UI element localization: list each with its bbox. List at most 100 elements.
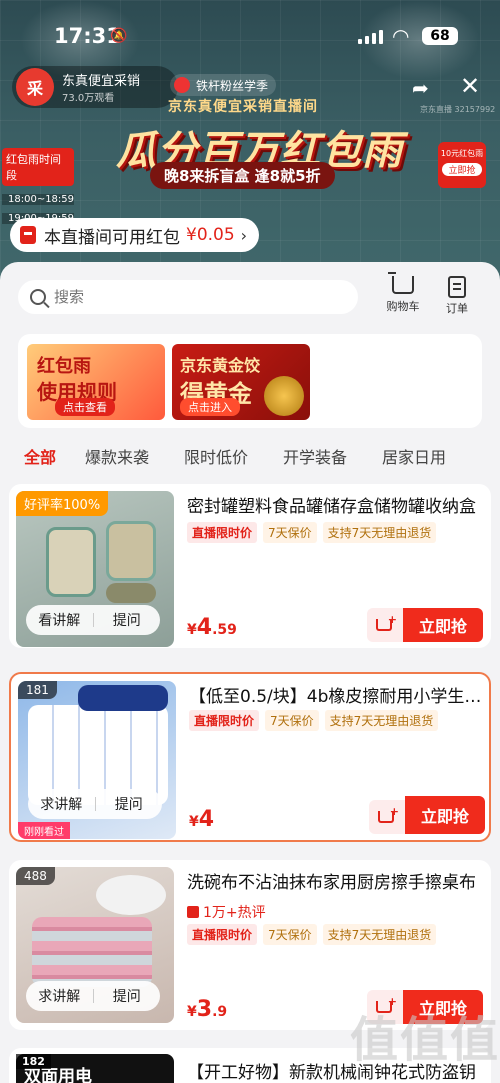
mute-bell-icon: 🔕 <box>110 28 128 44</box>
explain-button[interactable]: 求讲解 <box>28 794 95 814</box>
explain-button[interactable]: 求讲解 <box>26 986 93 1006</box>
recently-viewed-tag: 刚刚看过 <box>18 822 70 839</box>
search-input[interactable] <box>54 288 314 306</box>
tag-return: 支持7天无理由退货 <box>322 924 437 945</box>
hot-review-count: 1万+热评 <box>187 902 266 922</box>
explain-ask-group: 看讲解 提问 <box>26 605 160 635</box>
tag-live-price: 直播限时价 <box>187 924 258 945</box>
tag-price-protect: 7天保价 <box>265 710 319 731</box>
tab-back-to-school[interactable]: 开学装备 <box>283 444 347 468</box>
anchor-name: 东真便宜采销 <box>62 74 141 89</box>
cellular-signal-icon <box>358 30 383 44</box>
tag-return: 支持7天无理由退货 <box>324 710 439 731</box>
product-title[interactable]: 洗碗布不沾油抹布家用厨房擦手擦桌布 <box>187 868 483 893</box>
product-sheet: 购物车 订单 红包雨 使用规则 点击查看 京东黄金饺 得黄金 点击进入 全部 爆… <box>0 262 500 1083</box>
explain-button[interactable]: 看讲解 <box>26 610 93 630</box>
search-bar[interactable] <box>18 280 358 314</box>
product-price: ¥3.9 <box>187 997 227 1022</box>
price-decimal: .9 <box>212 1004 228 1020</box>
floating-redpack[interactable]: 10元红包雨 立即抢 <box>438 142 486 188</box>
promo-rules-line1: 红包雨 <box>37 356 91 377</box>
price-decimal: .59 <box>212 622 237 638</box>
jar-image <box>106 521 156 581</box>
site-watermark: 值值值 <box>350 1012 500 1068</box>
promo-gold-button[interactable]: 点击进入 <box>180 398 240 416</box>
jar-image <box>46 527 96 597</box>
promo-rules-button[interactable]: 点击查看 <box>55 398 115 416</box>
floating-redpack-button[interactable]: 立即抢 <box>442 163 482 176</box>
rain-schedule-row: 18:00~18:59 <box>2 194 74 205</box>
cart-button[interactable]: 购物车 <box>378 272 428 314</box>
battery-indicator: 68 <box>422 27 458 45</box>
share-icon[interactable]: ➦ <box>412 76 429 100</box>
product-title[interactable]: 密封罐塑料食品罐储存盒储物罐收纳盒 <box>187 492 483 517</box>
rank-badge: 181 <box>18 681 57 699</box>
cloth-stack-image <box>32 917 152 987</box>
price-integer: 4 <box>196 615 213 640</box>
product-price: ¥4 <box>189 807 214 832</box>
gold-dumpling-banner[interactable]: 京东黄金饺 得黄金 点击进入 <box>172 344 310 420</box>
product-price: ¥4.59 <box>187 615 237 640</box>
plus-icon: + <box>389 805 399 818</box>
rain-schedule: 红包雨时间段 18:00~18:59 19:00~19:59 <box>2 148 74 224</box>
tab-hot[interactable]: 爆款来袭 <box>85 444 149 468</box>
explain-ask-group: 求讲解 提问 <box>28 789 162 819</box>
order-icon <box>448 276 466 298</box>
fans-badge[interactable]: 铁杆粉丝学季 <box>170 74 277 96</box>
view-count: 73.0万观看 <box>62 93 115 104</box>
price-currency: ¥ <box>187 1004 197 1020</box>
buy-now-button[interactable]: 立即抢 <box>405 796 485 834</box>
gold-coins-image <box>264 376 304 416</box>
status-bar: 17:31 🔕 ◠ 68 <box>0 0 500 72</box>
price-currency: ¥ <box>189 814 199 830</box>
product-image[interactable]: 182 双面用电 <box>16 1054 174 1083</box>
close-icon[interactable]: ✕ <box>460 72 480 100</box>
product-tags: 直播限时价 7天保价 支持7天无理由退货 <box>187 522 437 543</box>
available-redpack-label: 本直播间可用红包 <box>44 227 180 248</box>
product-tags: 直播限时价 7天保价 支持7天无理由退货 <box>187 924 437 945</box>
tag-return: 支持7天无理由退货 <box>322 522 437 543</box>
anchor-info[interactable]: 采 东真便宜采销 73.0万观看 <box>12 66 178 108</box>
tab-limited-price[interactable]: 限时低价 <box>184 444 248 468</box>
redpack-rules-banner[interactable]: 红包雨 使用规则 点击查看 <box>27 344 165 420</box>
tag-live-price: 直播限时价 <box>189 710 260 731</box>
product-image-caption: 双面用电 <box>24 1067 92 1083</box>
rank-badge: 488 <box>16 867 55 885</box>
product-image[interactable]: 181 求讲解 提问 刚刚看过 <box>18 681 176 839</box>
banner-subtitle: 晚8来拆盲盒 逢8就5折 <box>150 162 335 189</box>
tab-all[interactable]: 全部 <box>24 444 56 468</box>
chevron-right-icon: › <box>240 225 248 245</box>
category-tabs: 全部 爆款来袭 限时低价 开学装备 居家日用 <box>0 444 500 474</box>
anchor-avatar[interactable]: 采 <box>16 68 54 106</box>
fans-badge-label: 铁杆粉丝学季 <box>196 79 269 93</box>
tag-price-protect: 7天保价 <box>263 522 317 543</box>
rating-badge: 好评率100% <box>16 491 109 516</box>
product-card[interactable]: 好评率100% 看讲解 提问 密封罐塑料食品罐储存盒储物罐收纳盒 直播限时价 7… <box>9 484 491 648</box>
orders-button[interactable]: 订单 <box>432 276 482 316</box>
available-redpack-bar[interactable]: 本直播间可用红包 ¥0.05 › <box>10 218 260 252</box>
product-title[interactable]: 【低至0.5/块】4b橡皮擦耐用小学生专用 <box>189 682 485 707</box>
cart-icon <box>388 272 414 294</box>
redpack-icon <box>20 226 36 244</box>
jar-image <box>106 583 156 603</box>
add-to-cart-button[interactable]: + <box>367 608 403 642</box>
rank-badge: 182 <box>16 1054 51 1069</box>
ask-button[interactable]: 提问 <box>94 986 161 1006</box>
product-card[interactable]: 181 求讲解 提问 刚刚看过 【低至0.5/块】4b橡皮擦耐用小学生专用 直播… <box>9 672 491 842</box>
product-image[interactable]: 好评率100% 看讲解 提问 <box>16 491 174 647</box>
eraser-box-image <box>78 685 168 711</box>
room-id: 京东直播 32157992 <box>420 105 496 114</box>
tab-home[interactable]: 居家日用 <box>382 444 446 468</box>
tag-price-protect: 7天保价 <box>263 924 317 945</box>
price-integer: 3 <box>196 997 213 1022</box>
thumbs-up-icon <box>187 906 199 918</box>
explain-ask-group: 求讲解 提问 <box>26 981 160 1011</box>
promo-card: 红包雨 使用规则 点击查看 京东黄金饺 得黄金 点击进入 <box>18 334 482 428</box>
buy-now-button[interactable]: 立即抢 <box>403 608 483 642</box>
search-icon <box>30 289 46 305</box>
add-to-cart-button[interactable]: + <box>369 800 405 834</box>
orders-label: 订单 <box>446 302 468 315</box>
product-image[interactable]: 488 求讲解 提问 <box>16 867 174 1023</box>
ask-button[interactable]: 提问 <box>94 610 161 630</box>
ask-button[interactable]: 提问 <box>96 794 163 814</box>
